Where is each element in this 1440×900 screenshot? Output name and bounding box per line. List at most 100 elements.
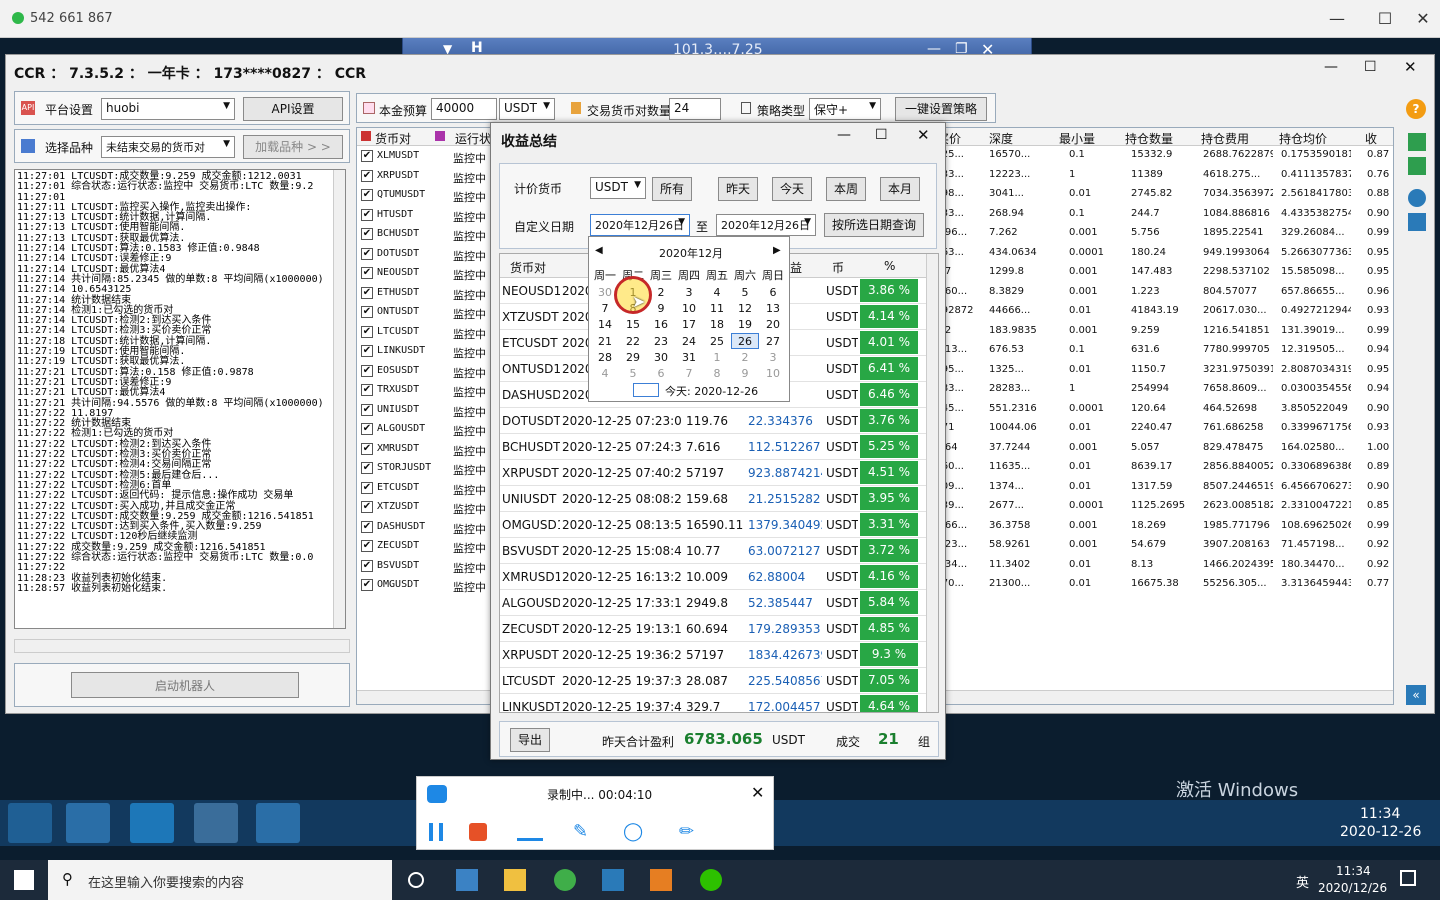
row-checkbox[interactable]: ✔ [361, 150, 373, 162]
log-scrollbar[interactable] [333, 170, 345, 628]
calendar-day[interactable]: 6 [647, 366, 675, 382]
row-checkbox[interactable]: ✔ [361, 520, 373, 533]
calendar-day[interactable]: 6 [759, 285, 787, 301]
taskbar-search-box[interactable]: ⚲ 在这里输入你要搜索的内容 [48, 860, 392, 900]
date-picker-calendar[interactable]: ◀ 2020年12月 ▶ 周一周二周三周四周五周六周日 301234567891… [588, 236, 790, 402]
row-checkbox[interactable]: ✔ [361, 325, 373, 338]
week-button[interactable]: 本周 [826, 177, 866, 201]
app-icon[interactable] [256, 803, 300, 843]
row-checkbox[interactable]: ✔ [361, 384, 373, 396]
recorder-close-icon[interactable]: ✕ [751, 783, 764, 802]
ime-indicator[interactable]: 英 [1296, 872, 1309, 891]
date-to-picker[interactable]: 2020年12月26日 ▼ [716, 214, 816, 236]
row-checkbox[interactable]: ✔ [361, 559, 373, 572]
calendar-day[interactable]: 29 [619, 350, 647, 366]
calendar-day[interactable]: 10 [675, 301, 703, 317]
row-checkbox[interactable]: ✔ [361, 462, 373, 474]
help-icon[interactable]: ? [1406, 99, 1426, 119]
profit-row[interactable]: UNIUSDT 2020-12-25 08:08:20 159.68 21.25152… [500, 486, 928, 512]
currency-select[interactable]: USDT ▼ [590, 177, 646, 199]
task-view-icon[interactable] [408, 872, 424, 888]
collapse-icon[interactable]: « [1406, 685, 1426, 705]
date-from-picker[interactable]: 2020年12月26日 ▼ [590, 214, 690, 236]
calendar-day[interactable]: 25 [703, 334, 731, 350]
calendar-day[interactable]: 1 [703, 350, 731, 366]
calendar-day[interactable]: 17 [675, 317, 703, 333]
calendar-day[interactable]: 7 [591, 301, 619, 317]
calendar-day[interactable]: 10 [759, 366, 787, 382]
wechat-icon[interactable] [700, 869, 722, 891]
calendar-day[interactable]: 4 [591, 366, 619, 382]
calendar-day[interactable]: 21 [591, 334, 619, 350]
profit-row[interactable]: LINKUSDT 2020-12-25 19:37:43 329.7 172.0044… [500, 694, 928, 712]
profit-table-scrollbar[interactable] [926, 254, 938, 712]
pause-icon[interactable] [429, 823, 443, 841]
store-icon[interactable] [456, 869, 478, 891]
profit-row[interactable]: XMRUSD1 2020-12-25 16:13:20 10.009 62.88004… [500, 564, 928, 590]
profit-row[interactable]: ZECUSDT 2020-12-25 19:13:13 60.694 179.2893… [500, 616, 928, 642]
calendar-day[interactable]: 13 [759, 301, 787, 317]
close-icon[interactable]: ✕ [1412, 8, 1434, 30]
all-button[interactable]: 所有 [652, 177, 692, 201]
row-checkbox[interactable]: ✔ [361, 364, 373, 377]
calendar-day[interactable]: 30 [647, 350, 675, 366]
log-panel[interactable]: 11:27:01 LTCUSDT:成交数量:9.259 成交金额:1212.00… [14, 169, 346, 629]
row-checkbox[interactable]: ✔ [361, 247, 373, 260]
month-button[interactable]: 本月 [880, 177, 920, 201]
budget-unit-select[interactable]: USDT ▼ [499, 98, 555, 120]
row-checkbox[interactable]: ✔ [361, 501, 373, 513]
stop-icon[interactable] [469, 823, 487, 841]
chart-icon[interactable] [1408, 133, 1426, 151]
one-key-strategy-button[interactable]: 一键设置策略 [895, 97, 987, 121]
row-checkbox[interactable]: ✔ [361, 306, 373, 318]
calendar-day[interactable]: 24 [675, 334, 703, 350]
calendar-day[interactable]: 11 [703, 301, 731, 317]
profit-row[interactable]: LTCUSDT 2020-12-25 19:37:31 28.087 225.5408… [500, 668, 928, 694]
pen-tool-icon[interactable]: ✎ [573, 821, 588, 842]
calendar-day[interactable]: 28 [591, 350, 619, 366]
server-manager-icon[interactable] [66, 803, 110, 843]
profit-row[interactable]: XRPUSDT 2020-12-25 19:36:25 57197 1834.4267… [500, 642, 928, 668]
info-icon[interactable] [1408, 189, 1426, 207]
query-by-date-button[interactable]: 按所选日期查询 [824, 213, 924, 237]
platform-select[interactable]: huobi ▼ [101, 98, 235, 120]
notification-icon[interactable] [1400, 870, 1416, 886]
zoom-icon[interactable]: ◯ [623, 821, 643, 842]
dialog-minimize-icon[interactable]: — [837, 127, 851, 143]
yesterday-button[interactable]: 昨天 [718, 177, 758, 201]
budget-input[interactable]: 40000 [431, 98, 497, 120]
start-icon[interactable] [8, 803, 52, 843]
calendar-day[interactable]: 12 [731, 301, 759, 317]
calendar-day[interactable]: 20 [759, 317, 787, 333]
row-checkbox[interactable]: ✔ [361, 481, 373, 494]
calendar-day[interactable]: 8 [703, 366, 731, 382]
calendar-day[interactable]: 18 [703, 317, 731, 333]
row-checkbox[interactable]: ✔ [361, 423, 373, 435]
row-checkbox[interactable]: ✔ [361, 442, 373, 455]
minimize-icon[interactable]: — [1326, 8, 1348, 30]
next-month-icon[interactable]: ▶ [773, 245, 781, 256]
profit-row[interactable]: OMGUSD1 2020-12-25 08:13:59 16590.11 1379.3… [500, 512, 928, 538]
calendar-day[interactable]: 4 [703, 285, 731, 301]
report-icon[interactable] [1408, 157, 1426, 175]
strategy-select[interactable]: 保守+ ▼ [809, 98, 881, 120]
calendar-day[interactable]: 5 [731, 285, 759, 301]
profit-row[interactable]: BSVUSDT 2020-12-25 15:08:42 10.77 63.007212… [500, 538, 928, 564]
maximize-icon[interactable]: ☐ [1374, 8, 1396, 30]
load-coin-button[interactable]: 加载品种 > > [243, 135, 343, 159]
calendar-day[interactable]: 26 [731, 333, 759, 349]
export-button[interactable]: 导出 [510, 728, 550, 752]
windows-start-icon[interactable] [14, 870, 34, 890]
calendar-day[interactable]: 9 [731, 366, 759, 382]
calendar-day[interactable]: 31 [675, 350, 703, 366]
profit-row[interactable]: XRPUSDT 2020-12-25 07:40:28 57197 923.88742… [500, 460, 928, 486]
coin-select[interactable]: 未结束交易的货币对 ▼ [101, 136, 235, 158]
powershell-icon[interactable] [130, 803, 174, 843]
today-button[interactable]: 今天 [772, 177, 812, 201]
volume-icon[interactable] [517, 833, 543, 841]
calendar-day[interactable]: 3 [759, 350, 787, 366]
app-maximize-icon[interactable]: ☐ [1364, 59, 1377, 75]
file-explorer-icon[interactable] [504, 869, 526, 891]
row-checkbox[interactable]: ✔ [361, 208, 373, 221]
row-checkbox[interactable]: ✔ [361, 403, 373, 416]
